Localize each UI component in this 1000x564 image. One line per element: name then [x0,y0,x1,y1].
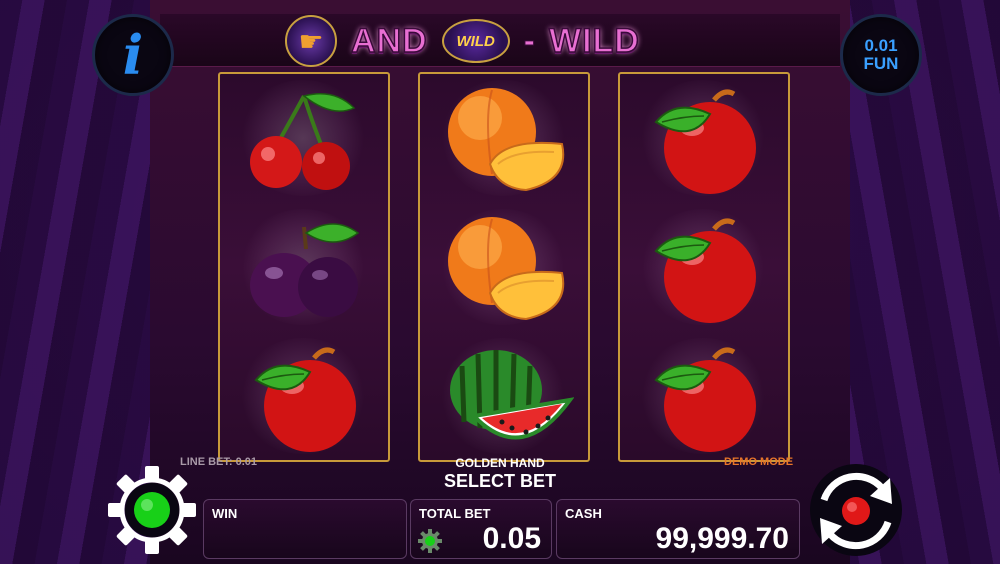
apple-symbol [654,218,756,323]
game-logo: ☛ AND WILD - WILD [285,14,725,68]
demo-mode-label: DEMO MODE [724,456,794,468]
total-bet-panel[interactable]: TOTAL BET 0.05 [410,499,552,559]
golden-hand-label: GOLDEN HAND [455,456,545,470]
wild-chip-text: WILD [456,32,495,50]
reel-1 [218,72,390,462]
logo-dash: - [523,21,535,60]
reel-cell [620,203,788,331]
bet-gear-icon[interactable] [417,528,443,554]
apple-symbol [254,347,356,452]
wild-chip: WILD [441,19,510,63]
reel-cell [620,332,788,460]
info-icon: i [122,23,144,87]
win-label: WIN [212,506,238,521]
logo-word-wild: WILD [548,21,640,61]
reel-cell [620,74,788,202]
select-bet-button[interactable]: SELECT BET [400,471,600,492]
total-bet-label: TOTAL BET [419,506,491,521]
reel-cell [220,203,388,331]
coin-currency: FUN [863,54,899,73]
status-light [134,492,170,528]
reel-cell [420,332,588,460]
logo-word-and: AND [350,21,428,61]
reel-cell [420,74,588,202]
reel-cell [420,203,588,331]
cherry-symbol [250,93,356,190]
info-button[interactable]: i [92,14,174,96]
apple-symbol [654,347,756,452]
pointing-hand-icon: ☛ [285,15,337,67]
apple-symbol [654,89,756,194]
cash-value: 99,999.70 [655,522,789,555]
reel-3 [618,72,790,462]
reel-cell [220,332,388,460]
cash-panel: CASH 99,999.70 [556,499,800,559]
coin-value-button[interactable]: 0.01 FUN [840,14,922,96]
cash-label: CASH [565,506,602,521]
peach-symbol [448,217,565,321]
plum-symbol [250,223,360,317]
reel-cell [220,74,388,202]
win-panel: WIN [203,499,407,559]
total-bet-value: 0.05 [482,522,541,555]
spin-button[interactable] [804,460,908,564]
watermelon-symbol [450,350,574,440]
settings-gear-button[interactable] [100,460,204,564]
coin-value: 0.01 [864,36,898,55]
peach-symbol [448,88,565,192]
reel-2 [418,72,590,462]
